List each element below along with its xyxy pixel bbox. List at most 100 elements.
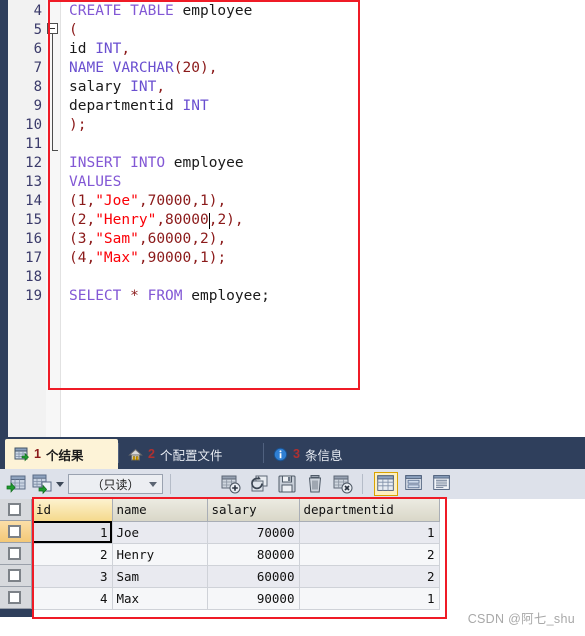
code-token: 2 (217, 212, 227, 228)
code-token: , (156, 79, 166, 95)
code-line[interactable]: id INT, (69, 40, 130, 59)
column-header-departmentid[interactable]: departmentid (299, 499, 440, 522)
code-line[interactable]: VALUES (69, 173, 121, 192)
code-line[interactable]: CREATE TABLE employee (69, 2, 252, 21)
tab-profiles[interactable]: 2 个配置文件 (119, 439, 263, 469)
tab-label: 条信息 (304, 448, 343, 463)
cell-id[interactable]: 1 (32, 521, 113, 544)
code-line[interactable]: ( (69, 21, 78, 40)
row-checkbox[interactable] (0, 543, 32, 565)
line-number: 13 (25, 174, 42, 190)
fold-region-line (52, 34, 53, 151)
code-token: ( (69, 250, 78, 266)
code-line[interactable]: salary INT, (69, 78, 165, 97)
grid-export-icon[interactable] (31, 473, 53, 495)
tab-label: 个配置文件 (159, 448, 223, 463)
floppy-save-icon[interactable] (276, 473, 298, 495)
grid-view-icon[interactable] (374, 472, 398, 496)
cell-departmentid[interactable]: 2 (299, 565, 440, 588)
cell-departmentid[interactable]: 2 (299, 543, 440, 566)
code-token: 1 (199, 193, 209, 209)
cell-name[interactable]: Max (112, 587, 208, 610)
tab-count: 2 (148, 447, 155, 461)
grid-import-icon[interactable] (6, 473, 28, 495)
cell-salary[interactable]: 80000 (207, 543, 300, 566)
code-token: , (191, 250, 200, 266)
code-token: FROM (147, 288, 183, 304)
line-number: 9 (33, 98, 42, 114)
row-checkbox[interactable] (0, 587, 32, 609)
table-row[interactable]: 2 Henry 80000 2 (32, 543, 440, 566)
code-line[interactable]: (1,"Joe",70000,1), (69, 192, 226, 211)
tab-count: 3 (293, 447, 300, 461)
code-folding-gutter[interactable] (46, 0, 61, 437)
code-token: 90000 (147, 250, 192, 266)
code-token: "Joe" (95, 193, 139, 209)
cell-salary[interactable]: 90000 (207, 587, 300, 610)
cell-departmentid[interactable]: 1 (299, 521, 440, 544)
code-text-layer[interactable]: CREATE TABLE employee(id INT, NAME VARCHA… (61, 0, 585, 437)
sql-editor[interactable]: 4 5 6 7 8 9 10 11 12 13 14 15 16 17 18 19 CREATE TABLE … (0, 0, 585, 437)
trash-icon[interactable] (304, 473, 326, 495)
cell-name[interactable]: Henry (112, 543, 208, 566)
readonly-mode-value: （只读） (91, 477, 140, 492)
code-token: "Henry" (95, 212, 157, 228)
code-line[interactable]: (3,"Sam",60000,2), (69, 230, 226, 249)
code-token: , (138, 193, 148, 209)
column-header-salary[interactable]: salary (207, 499, 300, 522)
column-header-id[interactable]: id (32, 499, 113, 522)
code-line[interactable] (69, 135, 78, 154)
collapse-fold-icon[interactable] (47, 23, 58, 34)
code-token: , (191, 231, 200, 247)
cell-id[interactable]: 3 (32, 565, 113, 588)
form-view-icon[interactable] (402, 472, 426, 496)
table-row[interactable]: 3 Sam 60000 2 (32, 565, 440, 588)
code-line[interactable]: (2,"Henry",80000,2), (69, 211, 244, 230)
cell-salary[interactable]: 70000 (207, 521, 300, 544)
column-header-name[interactable]: name (112, 499, 208, 522)
code-line[interactable]: SELECT * FROM employee; (69, 287, 270, 306)
add-record-icon[interactable] (220, 473, 242, 495)
result-table[interactable]: id name salary departmentid 1 Joe 70000 1 2 Henr… (32, 499, 440, 610)
code-token: 20 (182, 60, 200, 76)
code-line[interactable]: ); (69, 116, 86, 135)
code-line[interactable] (69, 268, 78, 287)
code-token: ( (69, 231, 78, 247)
cell-name[interactable]: Sam (112, 565, 208, 588)
line-number: 4 (33, 3, 42, 19)
line-number: 16 (25, 231, 42, 247)
tab-label: 个结果 (45, 448, 84, 463)
code-token: id (69, 41, 87, 57)
cell-name[interactable]: Joe (112, 521, 208, 544)
table-row[interactable]: 4 Max 90000 1 (32, 587, 440, 610)
code-line[interactable]: (4,"Max",90000,1); (69, 249, 226, 268)
code-line[interactable]: departmentid INT (69, 97, 209, 116)
tab-messages[interactable]: 3 条信息 (264, 439, 382, 469)
cell-id[interactable]: 2 (32, 543, 113, 566)
code-line[interactable]: INSERT INTO employee (69, 154, 244, 173)
cell-departmentid[interactable]: 1 (299, 587, 440, 610)
cell-salary[interactable]: 60000 (207, 565, 300, 588)
code-line[interactable]: NAME VARCHAR(20), (69, 59, 217, 78)
text-view-icon[interactable] (430, 472, 454, 496)
select-all-checkbox[interactable] (0, 499, 32, 521)
tab-results[interactable]: 1 个结果 (5, 439, 118, 469)
code-token: , (121, 41, 131, 57)
row-checkbox[interactable] (0, 565, 32, 587)
cell-id[interactable]: 4 (32, 587, 113, 610)
result-toolbar: （只读） (0, 469, 585, 500)
code-token: ), (208, 231, 227, 247)
refresh-icon[interactable] (248, 473, 270, 495)
row-checkbox[interactable] (0, 521, 32, 543)
code-token: 2 (199, 231, 209, 247)
table-row[interactable]: 1 Joe 70000 1 (32, 521, 440, 544)
readonly-mode-select[interactable]: （只读） (68, 474, 163, 494)
code-token: , (191, 193, 200, 209)
code-token: employee (182, 3, 253, 19)
remove-record-icon[interactable] (332, 473, 354, 495)
chevron-down-icon[interactable] (54, 473, 66, 495)
code-token: "Sam" (95, 231, 139, 247)
code-token: INT (182, 98, 209, 114)
